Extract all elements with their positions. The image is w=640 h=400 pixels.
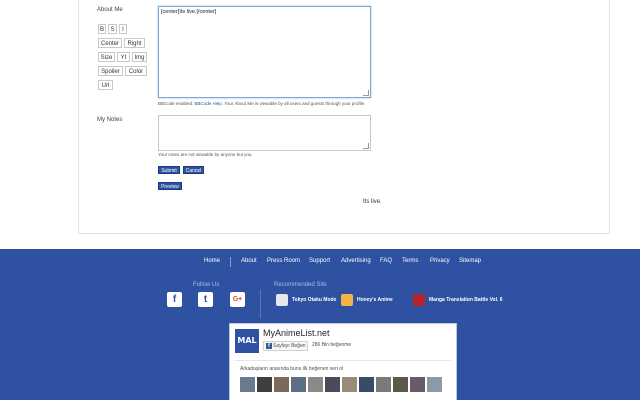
fb-page-name[interactable]: MyAnimeList.net (263, 328, 330, 338)
friend-avatar[interactable] (376, 377, 391, 392)
bbcode-i-button[interactable]: I (119, 24, 127, 34)
friend-avatar[interactable] (274, 377, 289, 392)
friend-avatar[interactable] (410, 377, 425, 392)
bbcode-img-button[interactable]: Img (132, 52, 147, 62)
recommended-site-link[interactable]: Tokyo Otaku Mode (292, 297, 336, 303)
manga-translation-battle-icon[interactable] (413, 294, 425, 306)
fb-friends-panel: Arkadaşların arasında bunu ilk beğenen s… (235, 360, 451, 399)
page: About Me B S I Center Right Size Yt Img Spoiler C… (0, 0, 640, 400)
tokyo-otaku-mode-icon[interactable] (276, 294, 288, 306)
footer-link-press-room[interactable]: Press Room (267, 258, 300, 264)
friend-avatar[interactable] (291, 377, 306, 392)
bbcode-hint-suffix: . Your About Me is viewable by all users… (221, 101, 366, 106)
facebook-f-icon: f (266, 343, 272, 349)
honeys-anime-icon[interactable] (341, 294, 353, 306)
mal-logo[interactable]: MAL (235, 329, 259, 353)
bbcode-right-button[interactable]: Right (124, 38, 145, 48)
facebook-page-widget: MAL MyAnimeList.net f Sayfayı Beğen 286 … (229, 323, 457, 400)
fb-like-label: Sayfayı Beğen (273, 343, 306, 349)
footer-nav: Home About Press Room Support Advertising FAQ… (0, 257, 640, 268)
twitter-icon[interactable]: t (198, 292, 213, 307)
footer-nav-separator (230, 257, 231, 267)
facebook-icon[interactable]: f (167, 292, 182, 307)
follow-us-label: Follow Us (193, 282, 220, 288)
bbcode-color-button[interactable]: Color (125, 66, 147, 76)
resize-handle[interactable] (363, 143, 369, 149)
friend-avatar[interactable] (342, 377, 357, 392)
footer-link-support[interactable]: Support (309, 258, 330, 264)
bbcode-help-link[interactable]: BBCode Help (195, 101, 222, 106)
footer-link-home[interactable]: Home (204, 258, 220, 264)
footer-divider (260, 290, 261, 318)
bbcode-s-button[interactable]: S (108, 24, 117, 34)
about-me-textarea[interactable]: [center]Its live.[/center] (158, 6, 371, 98)
preview-output: Its live. (363, 199, 382, 205)
bbcode-size-button[interactable]: Size (98, 52, 115, 62)
footer-link-terms[interactable]: Terms (402, 258, 418, 264)
bbcode-hint: BBCode enabled. BBCode Help. Your About … (158, 101, 365, 106)
footer-link-sitemap[interactable]: Sitemap (459, 258, 481, 264)
recommended-site-link[interactable]: Honey's Anime (357, 297, 393, 303)
bbcode-yt-button[interactable]: Yt (117, 52, 130, 62)
friend-avatar[interactable] (240, 377, 255, 392)
friend-avatar[interactable] (308, 377, 323, 392)
notes-hint: Your notes are not viewable by anyone bu… (158, 152, 253, 157)
google-plus-icon[interactable]: G+ (230, 292, 245, 307)
resize-handle[interactable] (363, 90, 369, 96)
friend-avatar[interactable] (325, 377, 340, 392)
my-notes-textarea[interactable] (158, 115, 371, 151)
bbcode-spoiler-button[interactable]: Spoiler (98, 66, 123, 76)
friend-avatar[interactable] (393, 377, 408, 392)
my-notes-label: My Notes (97, 117, 123, 123)
friend-avatar[interactable] (257, 377, 272, 392)
about-me-text: [center]Its live.[/center] (161, 9, 217, 15)
footer-link-privacy[interactable]: Privacy (430, 258, 450, 264)
fb-like-button[interactable]: f Sayfayı Beğen (263, 341, 308, 351)
recommended-site-link[interactable]: Manga Translation Battle Vol. 6 (429, 297, 503, 303)
fb-like-count: 286 Bin beğenme (312, 342, 352, 348)
footer-link-about[interactable]: About (241, 258, 257, 264)
footer-link-faq[interactable]: FAQ (380, 258, 392, 264)
preview-button[interactable]: Preview (158, 182, 182, 190)
bbcode-hint-prefix: BBCode enabled. (158, 101, 195, 106)
friend-avatar[interactable] (427, 377, 442, 392)
friend-avatar[interactable] (359, 377, 374, 392)
about-me-label: About Me (97, 7, 123, 13)
footer-link-advertising[interactable]: Advertising (341, 258, 371, 264)
bbcode-center-button[interactable]: Center (98, 38, 122, 48)
submit-button[interactable]: Submit (158, 166, 180, 174)
bbcode-url-button[interactable]: Url (98, 80, 113, 90)
cancel-button[interactable]: Cancel (183, 166, 204, 174)
site-footer: Home About Press Room Support Advertising FAQ… (0, 249, 640, 400)
bbcode-b-button[interactable]: B (98, 24, 106, 34)
fb-friends-text: Arkadaşların arasında bunu ilk beğenen s… (240, 366, 344, 372)
recommended-site-label: Recommended Site (274, 282, 327, 288)
